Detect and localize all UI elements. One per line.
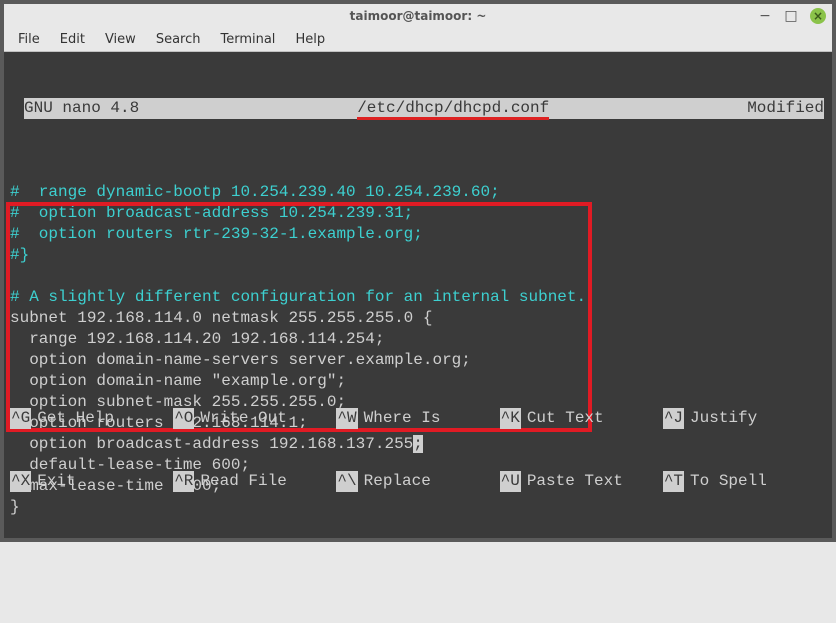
shortcut-item: ^XExit [10, 471, 173, 492]
menu-terminal[interactable]: Terminal [210, 30, 285, 49]
shortcut-label: Read File [194, 471, 286, 492]
editor-line: # range dynamic-bootp 10.254.239.40 10.2… [10, 182, 826, 203]
shortcut-row-1: ^GGet Help^OWrite Out^WWhere Is^KCut Tex… [10, 408, 826, 429]
nano-app-name: GNU nano 4.8 [24, 98, 159, 119]
shortcut-label: Paste Text [521, 471, 623, 492]
window-title: taimoor@taimoor: ~ [350, 9, 487, 23]
window-controls: − □ × [758, 8, 826, 24]
editor-line [10, 266, 826, 287]
editor-line: #} [10, 245, 826, 266]
nano-filename: /etc/dhcp/dhcpd.conf [159, 98, 747, 119]
close-icon[interactable]: × [810, 8, 826, 24]
shortcut-label: To Spell [684, 471, 767, 492]
shortcut-key: ^J [663, 408, 684, 429]
shortcut-label: Write Out [194, 408, 286, 429]
editor-line: # option broadcast-address 10.254.239.31… [10, 203, 826, 224]
shortcut-key: ^K [500, 408, 521, 429]
minimize-icon[interactable]: − [758, 9, 772, 23]
shortcut-item: ^GGet Help [10, 408, 173, 429]
nano-shortcuts: ^GGet Help^OWrite Out^WWhere Is^KCut Tex… [10, 366, 826, 534]
shortcut-key: ^R [173, 471, 194, 492]
shortcut-key: ^X [10, 471, 31, 492]
shortcut-label: Cut Text [521, 408, 604, 429]
menu-edit[interactable]: Edit [50, 30, 95, 49]
nano-filename-text: /etc/dhcp/dhcpd.conf [357, 99, 549, 120]
shortcut-item: ^UPaste Text [500, 471, 663, 492]
shortcut-key: ^O [173, 408, 194, 429]
maximize-icon[interactable]: □ [784, 9, 798, 23]
shortcut-row-2: ^XExit^RRead File^\Replace^UPaste Text^T… [10, 471, 826, 492]
shortcut-label: Justify [684, 408, 757, 429]
shortcut-item: ^KCut Text [500, 408, 663, 429]
terminal-area[interactable]: GNU nano 4.8 /etc/dhcp/dhcpd.conf Modifi… [4, 52, 832, 538]
editor-line: subnet 192.168.114.0 netmask 255.255.255… [10, 308, 826, 329]
menubar: File Edit View Search Terminal Help [4, 28, 832, 52]
shortcut-item: ^JJustify [663, 408, 826, 429]
menu-search[interactable]: Search [146, 30, 211, 49]
nano-status: Modified [747, 98, 824, 119]
menu-file[interactable]: File [8, 30, 50, 49]
shortcut-item: ^\Replace [336, 471, 499, 492]
editor-line: # A slightly different configuration for… [10, 287, 826, 308]
shortcut-label: Exit [31, 471, 75, 492]
shortcut-item: ^TTo Spell [663, 471, 826, 492]
shortcut-key: ^W [336, 408, 357, 429]
editor-line: range 192.168.114.20 192.168.114.254; [10, 329, 826, 350]
shortcut-item: ^OWrite Out [173, 408, 336, 429]
shortcut-item: ^RRead File [173, 471, 336, 492]
shortcut-key: ^U [500, 471, 521, 492]
editor-line: # option routers rtr-239-32-1.example.or… [10, 224, 826, 245]
menu-help[interactable]: Help [285, 30, 335, 49]
shortcut-item: ^WWhere Is [336, 408, 499, 429]
shortcut-key: ^\ [336, 471, 357, 492]
shortcut-key: ^G [10, 408, 31, 429]
window-titlebar: taimoor@taimoor: ~ − □ × [4, 4, 832, 28]
nano-header: GNU nano 4.8 /etc/dhcp/dhcpd.conf Modifi… [24, 98, 824, 119]
shortcut-label: Replace [358, 471, 431, 492]
shortcut-label: Where Is [358, 408, 441, 429]
shortcut-label: Get Help [31, 408, 114, 429]
shortcut-key: ^T [663, 471, 684, 492]
menu-view[interactable]: View [95, 30, 146, 49]
